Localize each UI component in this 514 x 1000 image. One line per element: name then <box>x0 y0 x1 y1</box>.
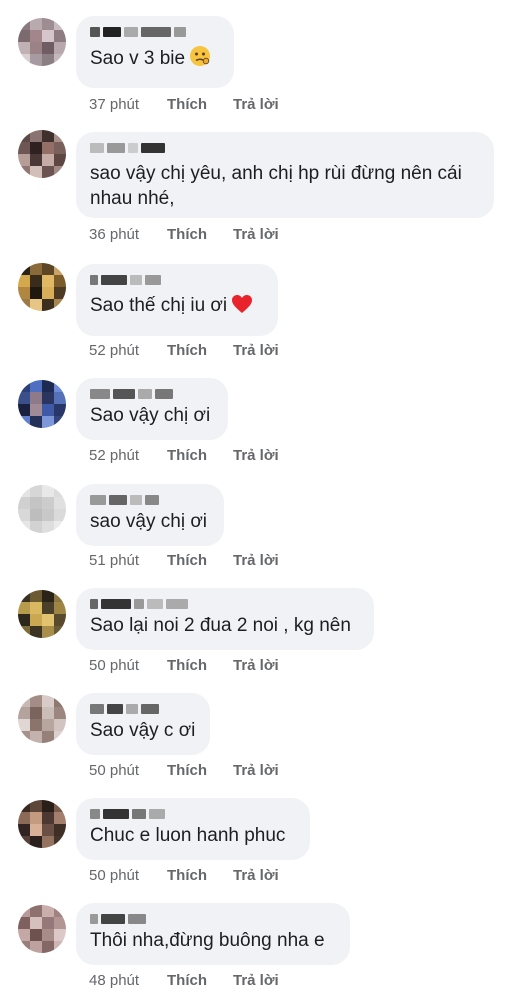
comment-bubble: Thôi nha,đừng buông nha e <box>76 903 350 965</box>
comment-bubble: Sao lại noi 2 đua 2 noi , kg nên <box>76 588 374 650</box>
comment-text: sao vậy chị ơi <box>90 511 208 532</box>
comment-actions: 51 phút Thích Trả lời <box>89 552 279 569</box>
reply-button[interactable]: Trả lời <box>233 342 279 359</box>
like-button[interactable]: Thích <box>167 867 233 884</box>
avatar[interactable] <box>18 18 66 66</box>
reply-button[interactable]: Trả lời <box>233 226 279 243</box>
blurred-author-name[interactable] <box>90 912 336 926</box>
blurred-author-name[interactable] <box>90 702 196 716</box>
avatar[interactable] <box>18 590 66 638</box>
comment-time[interactable]: 50 phút <box>89 762 167 779</box>
comment-time[interactable]: 52 phút <box>89 447 167 464</box>
avatar[interactable] <box>18 800 66 848</box>
comment-actions: 50 phút Thích Trả lời <box>89 762 279 779</box>
comment-text: Thôi nha,đừng buông nha e <box>90 930 325 951</box>
comment-bubble: Sao thế chị iu ơi <box>76 264 278 336</box>
confused-face-icon <box>189 45 211 74</box>
comment-bubble: sao vậy chị yêu, anh chị hp rùi đừng nên… <box>76 132 494 218</box>
blurred-author-name[interactable] <box>90 493 210 507</box>
reply-button[interactable]: Trả lời <box>233 867 279 884</box>
like-button[interactable]: Thích <box>167 96 233 113</box>
like-button[interactable]: Thích <box>167 447 233 464</box>
comment-bubble: Sao v 3 bie <box>76 16 234 88</box>
comment-bubble: Sao vậy chị ơi <box>76 378 228 440</box>
like-button[interactable]: Thích <box>167 342 233 359</box>
reply-button[interactable]: Trả lời <box>233 762 279 779</box>
blurred-author-name[interactable] <box>90 387 214 401</box>
reply-button[interactable]: Trả lời <box>233 657 279 674</box>
like-button[interactable]: Thích <box>167 226 233 243</box>
blurred-author-name[interactable] <box>90 141 480 155</box>
avatar[interactable] <box>18 263 66 311</box>
comment-time[interactable]: 52 phút <box>89 342 167 359</box>
like-button[interactable]: Thích <box>167 657 233 674</box>
avatar[interactable] <box>18 905 66 953</box>
avatar[interactable] <box>18 695 66 743</box>
comment-time[interactable]: 48 phút <box>89 972 167 989</box>
avatar[interactable] <box>18 130 66 178</box>
comment-text: Sao lại noi 2 đua 2 noi , kg nên <box>90 615 351 636</box>
comment-time[interactable]: 51 phút <box>89 552 167 569</box>
comment-text: Sao v 3 bie <box>90 45 220 74</box>
comment-time[interactable]: 50 phút <box>89 657 167 674</box>
comment-text: Sao thế chị iu ơi <box>90 293 264 321</box>
comment-text: Chuc e luon hanh phuc <box>90 825 286 846</box>
reply-button[interactable]: Trả lời <box>233 972 279 989</box>
comment-time[interactable]: 50 phút <box>89 867 167 884</box>
comment-actions: 48 phút Thích Trả lời <box>89 972 279 989</box>
comment-time[interactable]: 36 phút <box>89 226 167 243</box>
comment-bubble: sao vậy chị ơi <box>76 484 224 546</box>
comment-text: Sao vậy c ơi <box>90 720 196 741</box>
blurred-author-name[interactable] <box>90 807 296 821</box>
like-button[interactable]: Thích <box>167 762 233 779</box>
avatar[interactable] <box>18 485 66 533</box>
blurred-author-name[interactable] <box>90 25 220 39</box>
blurred-author-name[interactable] <box>90 273 264 287</box>
comment-actions: 50 phút Thích Trả lời <box>89 867 279 884</box>
comment-actions: 50 phút Thích Trả lời <box>89 657 279 674</box>
comment-actions: 37 phút Thích Trả lời <box>89 96 279 113</box>
like-button[interactable]: Thích <box>167 552 233 569</box>
comment-bubble: Sao vậy c ơi <box>76 693 210 755</box>
comment-actions: 36 phút Thích Trả lời <box>89 226 279 243</box>
comment-actions: 52 phút Thích Trả lời <box>89 447 279 464</box>
comment-text: sao vậy chị yêu, anh chị hp rùi đừng nên… <box>90 163 462 209</box>
like-button[interactable]: Thích <box>167 972 233 989</box>
reply-button[interactable]: Trả lời <box>233 552 279 569</box>
blurred-author-name[interactable] <box>90 597 360 611</box>
reply-button[interactable]: Trả lời <box>233 96 279 113</box>
comment-actions: 52 phút Thích Trả lời <box>89 342 279 359</box>
comment-bubble: Chuc e luon hanh phuc <box>76 798 310 860</box>
comment-time[interactable]: 37 phút <box>89 96 167 113</box>
reply-button[interactable]: Trả lời <box>233 447 279 464</box>
comment-text: Sao vậy chị ơi <box>90 405 211 426</box>
red-heart-icon <box>231 294 253 321</box>
avatar[interactable] <box>18 380 66 428</box>
